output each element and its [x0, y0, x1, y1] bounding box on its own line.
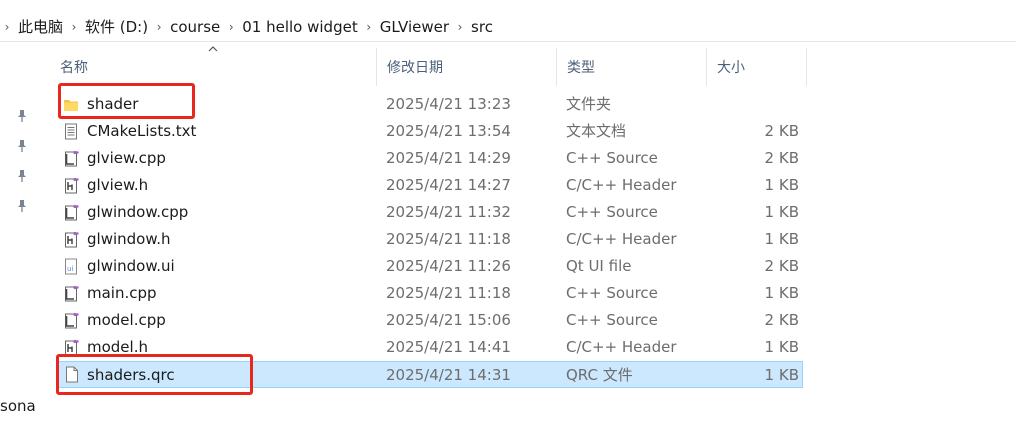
column-header-type[interactable]: 类型	[557, 48, 707, 86]
chevron-right-icon[interactable]: ›	[67, 12, 81, 42]
breadcrumb-src[interactable]: src	[467, 12, 497, 42]
pin-icon[interactable]	[16, 109, 28, 123]
file-size: 2 KB	[764, 122, 799, 140]
file-row-glwindow-cpp[interactable]: glwindow.cpp 2025/4/21 11:32 C++ Source …	[57, 199, 803, 226]
breadcrumb-glviewer[interactable]: GLViewer	[376, 12, 453, 42]
file-size: 2 KB	[764, 311, 799, 329]
file-type: C++ Source	[566, 311, 658, 329]
file-name: CMakeLists.txt	[87, 122, 197, 140]
file-name: model.cpp	[87, 311, 166, 329]
file-name: glview.cpp	[87, 149, 166, 167]
svg-text:ui: ui	[67, 265, 73, 273]
chevron-right-icon[interactable]: ›	[224, 12, 238, 42]
file-date: 2025/4/21 13:23	[386, 95, 511, 113]
chevron-right-icon[interactable]: ›	[152, 12, 166, 42]
file-date: 2025/4/21 14:31	[386, 366, 511, 384]
navigation-pane	[0, 43, 36, 444]
file-explorer-window: › 此电脑 › 软件 (D:) › course › 01 hello widg…	[0, 0, 1016, 444]
chevron-right-icon[interactable]: ›	[362, 12, 376, 42]
breadcrumb-this-pc[interactable]: 此电脑	[14, 12, 67, 42]
header-file-icon	[65, 339, 79, 356]
column-header-row: 名称 修改日期 类型 大小	[50, 48, 810, 86]
column-header-size[interactable]: 大小	[707, 48, 807, 86]
file-date: 2025/4/21 15:06	[386, 311, 511, 329]
pin-icon[interactable]	[16, 139, 28, 153]
breadcrumb: › 此电脑 › 软件 (D:) › course › 01 hello widg…	[0, 12, 497, 42]
file-date: 2025/4/21 11:26	[386, 257, 511, 275]
file-name: glview.h	[87, 176, 149, 194]
file-row-model-cpp[interactable]: model.cpp 2025/4/21 15:06 C++ Source 2 K…	[57, 307, 803, 334]
file-size: 1 KB	[764, 203, 799, 221]
cpp-file-icon	[65, 312, 79, 329]
file-name: glwindow.h	[87, 230, 171, 248]
file-size: 1 KB	[764, 366, 799, 384]
file-row-shaders-qrc[interactable]: shaders.qrc 2025/4/21 14:31 QRC 文件 1 KB	[57, 361, 803, 388]
file-name: shader	[87, 95, 139, 113]
file-type: Qt UI file	[566, 257, 632, 275]
file-size: 1 KB	[764, 230, 799, 248]
pin-icon[interactable]	[16, 169, 28, 183]
file-size: 1 KB	[764, 176, 799, 194]
file-row-shader[interactable]: shader 2025/4/21 13:23 文件夹	[57, 91, 803, 118]
column-header-name[interactable]: 名称	[50, 48, 377, 86]
file-row-main-cpp[interactable]: main.cpp 2025/4/21 11:18 C++ Source 1 KB	[57, 280, 803, 307]
file-date: 2025/4/21 14:27	[386, 176, 511, 194]
file-date: 2025/4/21 13:54	[386, 122, 511, 140]
file-name: main.cpp	[87, 284, 157, 302]
file-date: 2025/4/21 11:18	[386, 230, 511, 248]
file-name: model.h	[87, 338, 148, 356]
file-name: glwindow.ui	[87, 257, 175, 275]
nav-item-partial[interactable]: sona	[0, 397, 36, 415]
file-size: 1 KB	[764, 338, 799, 356]
blank-file-icon	[66, 366, 78, 383]
file-type: QRC 文件	[566, 366, 633, 384]
file-date: 2025/4/21 11:32	[386, 203, 511, 221]
file-name: shaders.qrc	[87, 366, 175, 384]
file-row-glview-cpp[interactable]: glview.cpp 2025/4/21 14:29 C++ Source 2 …	[57, 145, 803, 172]
pin-icon[interactable]	[16, 199, 28, 213]
header-file-icon	[65, 231, 79, 248]
cpp-file-icon	[65, 204, 79, 221]
file-type: C++ Source	[566, 284, 658, 302]
chevron-right-icon[interactable]: ›	[0, 12, 14, 42]
text-file-icon	[65, 123, 77, 140]
file-size: 1 KB	[764, 284, 799, 302]
folder-icon	[64, 100, 78, 111]
file-row-cmakelists[interactable]: CMakeLists.txt 2025/4/21 13:54 文本文档 2 KB	[57, 118, 803, 145]
file-date: 2025/4/21 14:41	[386, 338, 511, 356]
file-row-glview-h[interactable]: glview.h 2025/4/21 14:27 C/C++ Header 1 …	[57, 172, 803, 199]
header-file-icon	[65, 177, 79, 194]
file-type: C/C++ Header	[566, 176, 677, 194]
file-type: C++ Source	[566, 203, 658, 221]
column-header-date[interactable]: 修改日期	[377, 48, 557, 86]
file-type: 文件夹	[566, 95, 612, 113]
file-date: 2025/4/21 14:29	[386, 149, 511, 167]
cpp-file-icon	[65, 285, 79, 302]
file-row-model-h[interactable]: model.h 2025/4/21 14:41 C/C++ Header 1 K…	[57, 334, 803, 361]
file-type: C++ Source	[566, 149, 658, 167]
ui-file-icon: ui	[65, 258, 77, 275]
cpp-file-icon	[65, 150, 79, 167]
file-size: 2 KB	[764, 257, 799, 275]
breadcrumb-drive-d[interactable]: 软件 (D:)	[81, 12, 152, 42]
file-size: 2 KB	[764, 149, 799, 167]
file-type: C/C++ Header	[566, 230, 677, 248]
breadcrumb-hello-widget[interactable]: 01 hello widget	[238, 12, 361, 42]
file-name: glwindow.cpp	[87, 203, 189, 221]
chevron-right-icon[interactable]: ›	[453, 12, 467, 42]
breadcrumb-course[interactable]: course	[166, 12, 224, 42]
file-date: 2025/4/21 11:18	[386, 284, 511, 302]
address-bar[interactable]: › 此电脑 › 软件 (D:) › course › 01 hello widg…	[0, 12, 1016, 42]
file-row-glwindow-h[interactable]: glwindow.h 2025/4/21 11:18 C/C++ Header …	[57, 226, 803, 253]
file-row-glwindow-ui[interactable]: ui glwindow.ui 2025/4/21 11:26 Qt UI fil…	[57, 253, 803, 280]
file-type: 文本文档	[566, 122, 627, 140]
file-type: C/C++ Header	[566, 338, 677, 356]
